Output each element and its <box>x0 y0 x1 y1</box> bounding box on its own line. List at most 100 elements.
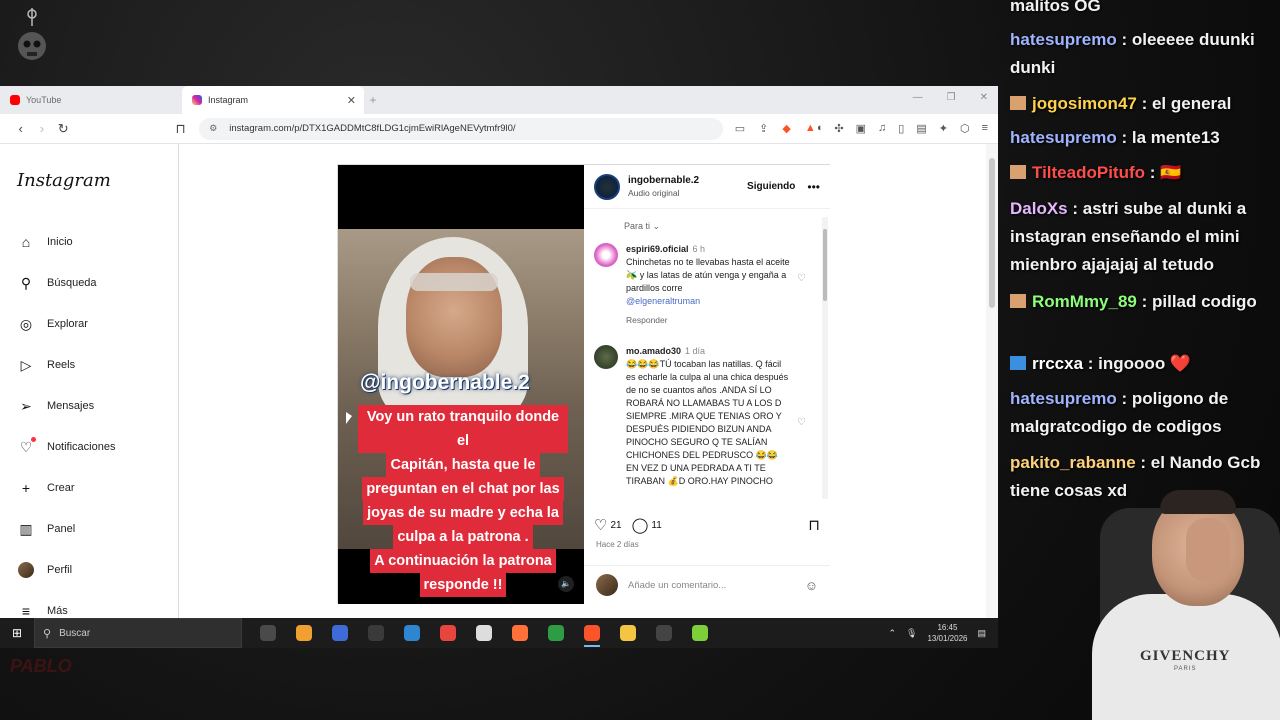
vpn-icon[interactable]: ⬡ <box>960 122 970 135</box>
taskbar-app-icon[interactable] <box>358 618 394 648</box>
add-comment-input[interactable]: Añade un comentario... <box>628 580 726 591</box>
chat-message: malitos OG <box>1010 0 1272 20</box>
like-comment-icon[interactable]: ♡ <box>797 417 806 428</box>
taskbar-app-icon[interactable] <box>430 618 466 648</box>
comment-count: 11 <box>651 519 662 531</box>
taskbar-app-icon[interactable] <box>286 618 322 648</box>
taskbar-app-icon[interactable] <box>322 618 358 648</box>
wallet-icon[interactable]: ▤ <box>916 122 926 135</box>
chat-text: el general <box>1151 94 1232 113</box>
commenter-avatar[interactable] <box>594 243 618 267</box>
address-bar[interactable]: ⚙ instagram.com/p/DTX1GADDMtC8fLDG1cjmEw… <box>199 117 723 140</box>
taskbar-app-icon[interactable] <box>250 618 286 648</box>
reply-button[interactable]: Responder <box>626 314 791 327</box>
bookmark-icon[interactable]: ⊓ <box>170 121 191 137</box>
nav-avatar[interactable]: Perfil <box>17 560 72 580</box>
save-icon[interactable]: ⊓ <box>808 516 820 534</box>
nav-chart[interactable]: ▥ Panel <box>17 519 75 539</box>
extensions-icon[interactable]: ✣ <box>834 122 843 135</box>
author-avatar[interactable] <box>594 173 620 200</box>
nav-home[interactable]: ⌂ Inicio <box>17 232 73 252</box>
menu-icon[interactable]: ≡ <box>982 122 988 135</box>
close-window-icon[interactable]: ✕ <box>980 92 988 103</box>
reload-icon[interactable]: ↻ <box>53 121 74 137</box>
taskbar-app-icon[interactable] <box>610 618 646 648</box>
post-modal: @ingobernable.2 Voy un rato tranquilo do… <box>337 164 830 604</box>
brave-rewards-icon[interactable]: ▲ <box>805 122 816 135</box>
tray-chevron-icon[interactable]: ⌃ <box>888 628 896 639</box>
page-scrollbar-thumb[interactable] <box>989 158 995 308</box>
microphone-icon[interactable]: 🎙 <box>906 628 917 639</box>
taskbar-app-icon[interactable] <box>574 618 610 648</box>
taskbar-app-icon[interactable] <box>502 618 538 648</box>
taskbar-app-icon[interactable] <box>394 618 430 648</box>
nav-menu[interactable]: ≡ Más <box>17 601 68 618</box>
new-tab-button[interactable]: + <box>364 86 382 114</box>
comments-scrollbar[interactable] <box>822 217 828 499</box>
like-icon[interactable]: ♡ <box>594 516 607 534</box>
following-button[interactable]: Siguiendo <box>747 181 795 192</box>
comment-mention[interactable]: @elgeneraltruman <box>626 295 791 308</box>
notifications-icon[interactable]: ▤ <box>977 628 986 639</box>
app-glyph <box>692 625 708 641</box>
chat-username: RomMmy_89 <box>1032 292 1137 311</box>
nav-label: Inicio <box>47 236 73 248</box>
comment-icon[interactable]: ◯ <box>632 516 649 534</box>
emoji-icon[interactable]: ☺ <box>805 578 818 593</box>
extension-icons: ◖ ✣ ▣ ♫ ▯ ▤ ✦ ⬡ ≡ <box>816 122 988 135</box>
sort-dropdown[interactable]: Para ti ⌄ <box>624 221 660 232</box>
nav-plus[interactable]: + Crear <box>17 478 75 498</box>
nav-compass[interactable]: ◎ Explorar <box>17 314 88 334</box>
page-scrollbar[interactable] <box>986 144 998 618</box>
nav-messages[interactable]: ➢ Mensajes <box>17 396 94 416</box>
nav-reels[interactable]: ▷ Reels <box>17 355 76 375</box>
commenter-avatar[interactable] <box>594 345 618 369</box>
heart-icon: ♡ <box>17 437 36 456</box>
forward-icon[interactable]: › <box>31 121 52 136</box>
caption-line: A continuación la patrona <box>370 549 556 573</box>
tab-instagram[interactable]: Instagram ✕ <box>182 86 364 114</box>
clock[interactable]: 16:45 13/01/2026 <box>927 622 967 644</box>
volume-icon[interactable]: 🔈 <box>558 576 574 592</box>
windows-start-icon[interactable]: ⊞ <box>0 626 34 640</box>
chat-text: pillad codigo <box>1151 292 1257 311</box>
back-icon[interactable]: ‹ <box>10 121 31 136</box>
chat-message: DaloXs : astri sube al dunki a instagran… <box>1010 195 1272 279</box>
video-glasses <box>410 273 498 291</box>
post-video[interactable]: @ingobernable.2 Voy un rato tranquilo do… <box>338 165 584 604</box>
audio-icon[interactable]: ◖ <box>816 122 823 135</box>
caption-line: preguntan en el chat por las <box>362 477 564 501</box>
audio-label[interactable]: Audio original <box>628 188 699 198</box>
nav-heart[interactable]: ♡ Notificaciones <box>17 437 115 457</box>
tab-youtube[interactable]: YouTube <box>0 86 182 114</box>
streamer-hair <box>1160 490 1236 514</box>
brave-shield-icon[interactable]: ◆ <box>782 122 790 135</box>
chat-separator: : <box>1136 94 1152 113</box>
nav-search[interactable]: ⚲ Búsqueda <box>17 273 97 293</box>
close-tab-icon[interactable]: ✕ <box>347 94 356 107</box>
cast-icon[interactable]: ▭ <box>735 122 745 135</box>
scrollbar-thumb[interactable] <box>823 229 827 301</box>
more-options-icon[interactable]: ••• <box>807 180 820 194</box>
author-name[interactable]: ingobernable.2 <box>628 175 699 186</box>
screenshot-icon[interactable]: ▣ <box>856 122 866 135</box>
post-date: Hace 2 días <box>596 540 639 549</box>
like-comment-icon[interactable]: ♡ <box>797 273 806 284</box>
taskbar-search[interactable]: ⚲ Buscar <box>34 618 242 648</box>
channel-watermark: PABLO <box>10 656 72 676</box>
minimize-icon[interactable]: — <box>913 92 923 103</box>
media-icon[interactable]: ♫ <box>878 122 886 135</box>
chat-message: hatesupremo : oleeeee duunki dunki <box>1010 26 1272 82</box>
taskbar-app-icon[interactable] <box>466 618 502 648</box>
leo-icon[interactable]: ✦ <box>939 122 948 135</box>
maximize-icon[interactable]: ❐ <box>947 92 956 103</box>
taskbar-app-icon[interactable] <box>646 618 682 648</box>
taskbar-app-icon[interactable] <box>538 618 574 648</box>
commenter-name[interactable]: espiri69.oficial <box>626 244 689 254</box>
taskbar-app-icon[interactable] <box>682 618 718 648</box>
share-icon[interactable]: ⇪ <box>759 122 768 135</box>
site-info-icon[interactable]: ⚙ <box>209 123 217 134</box>
instagram-logo[interactable]: Instagram <box>17 170 111 191</box>
sidebar-icon[interactable]: ▯ <box>898 122 904 135</box>
commenter-name[interactable]: mo.amado30 <box>626 346 681 356</box>
